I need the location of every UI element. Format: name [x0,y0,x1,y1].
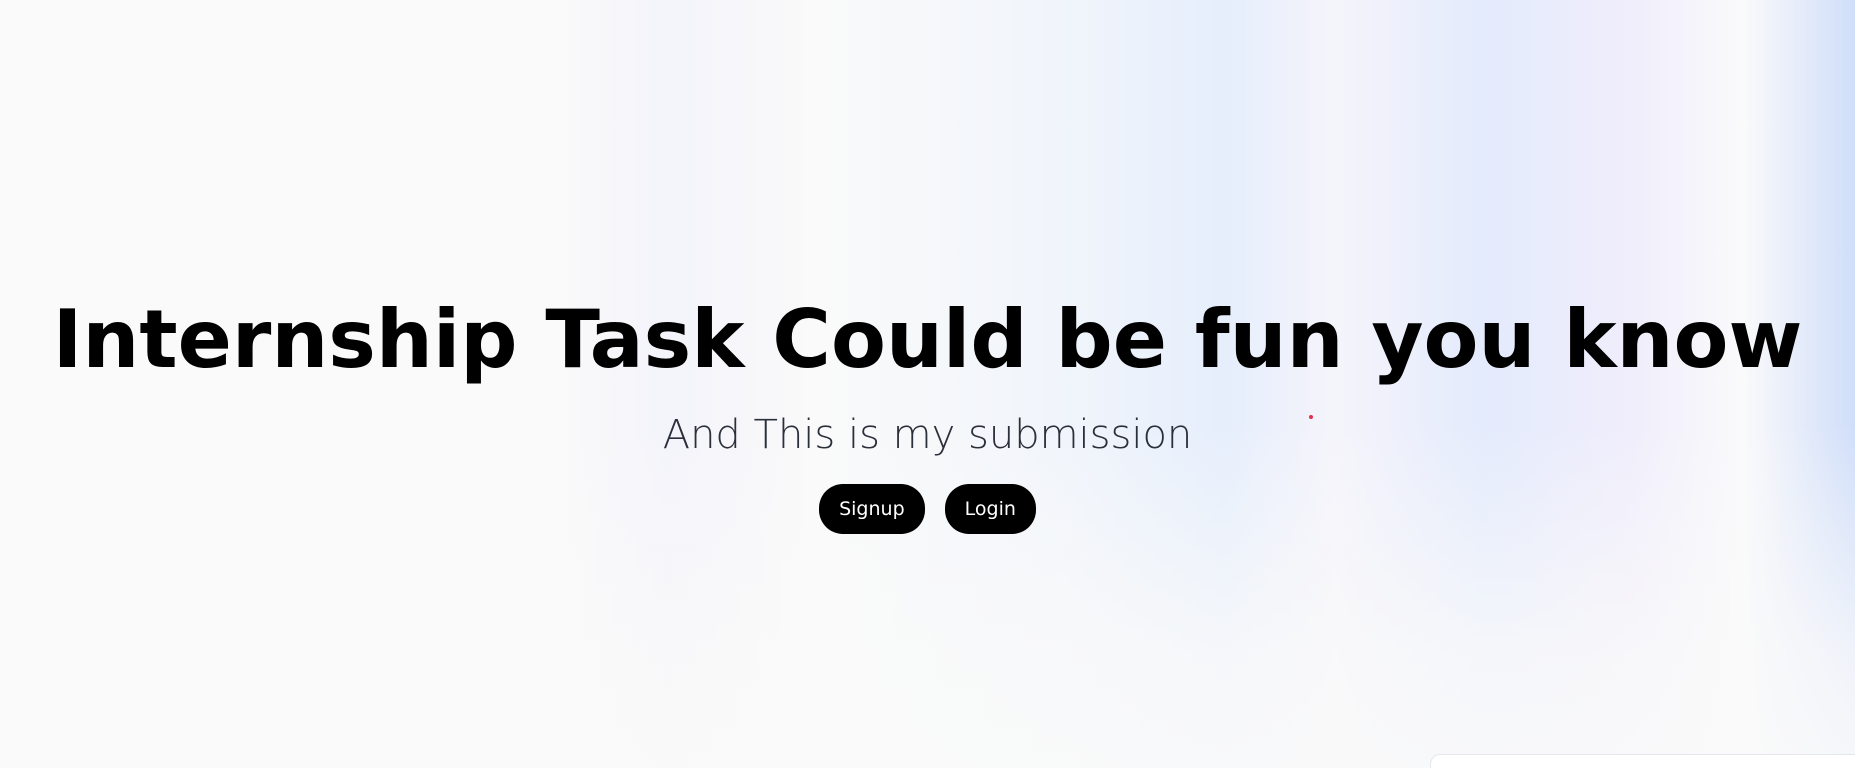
hero-section: Internship Task Could be fun you know An… [0,290,1855,534]
hero-actions: Signup Login [0,484,1855,534]
corner-card [1430,754,1855,768]
hero-title: Internship Task Could be fun you know [52,293,1803,386]
hero-subtitle: And This is my submission [662,412,1193,458]
signup-button[interactable]: Signup [819,484,925,534]
cursor-dot [1309,415,1313,419]
login-button[interactable]: Login [944,484,1036,534]
